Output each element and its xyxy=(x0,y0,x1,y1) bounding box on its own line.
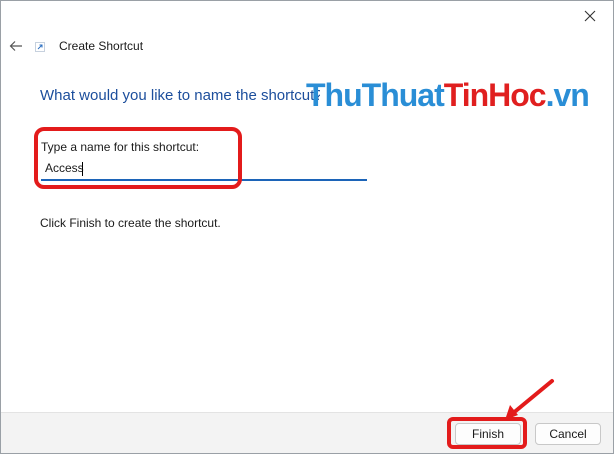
watermark: ThuThuatTinHoc.vn xyxy=(306,77,590,114)
close-icon xyxy=(584,10,596,22)
watermark-part1: ThuThuat xyxy=(306,77,445,113)
back-button[interactable] xyxy=(7,37,25,55)
back-arrow-icon xyxy=(9,41,22,51)
input-highlight-annotation xyxy=(34,127,242,189)
dialog-title: Create Shortcut xyxy=(59,39,144,53)
watermark-part3: .vn xyxy=(545,77,590,113)
finish-highlight-annotation xyxy=(447,417,527,449)
dialog-header: Create Shortcut xyxy=(1,31,613,61)
shortcut-icon xyxy=(35,42,45,52)
create-shortcut-dialog: Create Shortcut What would you like to n… xyxy=(0,0,614,454)
close-button[interactable] xyxy=(575,3,605,29)
page-heading: What would you like to name the shortcut… xyxy=(40,87,320,104)
cancel-button[interactable]: Cancel xyxy=(535,423,601,445)
watermark-part2: TinHoc xyxy=(443,77,547,113)
finish-instructions: Click Finish to create the shortcut. xyxy=(40,216,221,230)
